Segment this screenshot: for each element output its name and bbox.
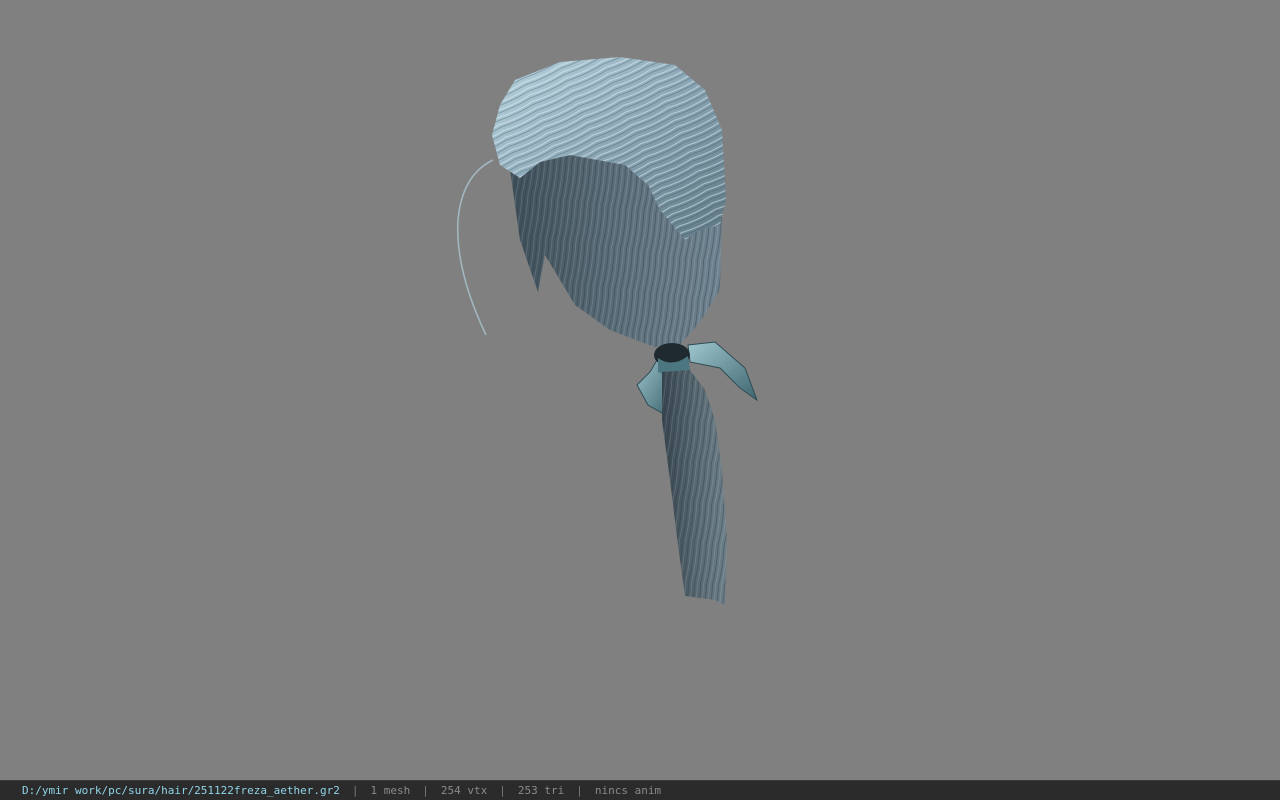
separator: | — [351, 784, 359, 797]
separator: | — [499, 784, 506, 797]
hair-model-render[interactable] — [0, 0, 1280, 780]
hair-ponytail — [662, 370, 727, 605]
loose-strand — [456, 159, 494, 336]
triangle-count: 253 tri — [517, 784, 565, 797]
file-path: D:/ymir work/pc/sura/hair/251122freza_ae… — [22, 784, 340, 797]
separator: | — [576, 784, 583, 797]
mesh-count: 1 mesh — [370, 784, 411, 797]
3d-viewport[interactable] — [0, 0, 1280, 780]
separator: | — [422, 784, 429, 797]
status-bar: D:/ymir work/pc/sura/hair/251122freza_ae… — [0, 780, 1280, 800]
vertex-count: 254 vtx — [440, 784, 488, 797]
animation-status: nincs anim — [594, 784, 662, 797]
